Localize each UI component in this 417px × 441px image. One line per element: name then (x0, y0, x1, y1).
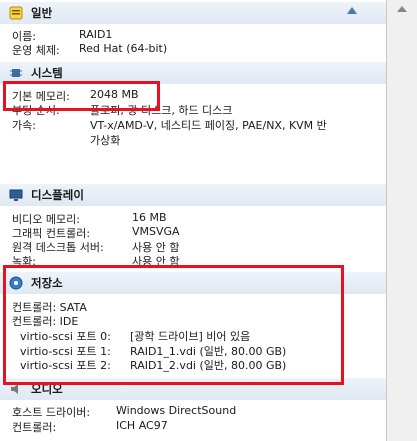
system-row-boot: 부팅 순서: 플로피, 광 디스크, 하드 디스크 (12, 104, 233, 117)
audio-section-header[interactable]: 오디오 (0, 378, 405, 400)
general-title: 일반 (31, 6, 53, 20)
general-section-header[interactable]: 일반 (0, 2, 405, 24)
storage-row-ide: 컨트롤러: IDE (12, 315, 79, 328)
audio-row-driver: 호스트 드라이버: Windows DirectSound (12, 404, 237, 419)
storage-title: 저장소 (31, 276, 63, 290)
storage-icon (9, 276, 23, 290)
speaker-icon (9, 382, 23, 396)
scroll-up-icon[interactable] (397, 6, 407, 12)
chip-icon (9, 66, 23, 80)
storage-row-port0: virtio-scsi 포트 0: [광학 드라이브] 비어 있음 (20, 330, 251, 343)
system-title: 시스템 (31, 66, 63, 80)
general-icon (9, 6, 23, 20)
display-row-record: 녹화: 사용 안 함 (12, 255, 180, 268)
audio-title: 오디오 (31, 382, 63, 396)
audio-row-controller: 컨트롤러: ICH AC97 (12, 419, 168, 434)
monitor-icon (9, 188, 23, 202)
display-section-header[interactable]: 디스플레이 (0, 184, 405, 206)
scrollbar[interactable] (386, 0, 417, 441)
system-section-header[interactable]: 시스템 (0, 62, 405, 84)
general-row-os: 운영 체제: Red Hat (64-bit) (12, 42, 168, 57)
collapse-icon[interactable] (347, 7, 357, 14)
storage-section-header[interactable]: 저장소 (0, 272, 405, 294)
storage-row-port2: virtio-scsi 포트 2: RAID1_2.vdi (일반, 80.00… (20, 359, 287, 372)
system-row-accel: 가속: VT-x/AMD-V, 네스티드 페이징, PAE/NX, KVM 반 (12, 119, 327, 132)
display-title: 디스플레이 (31, 188, 84, 202)
